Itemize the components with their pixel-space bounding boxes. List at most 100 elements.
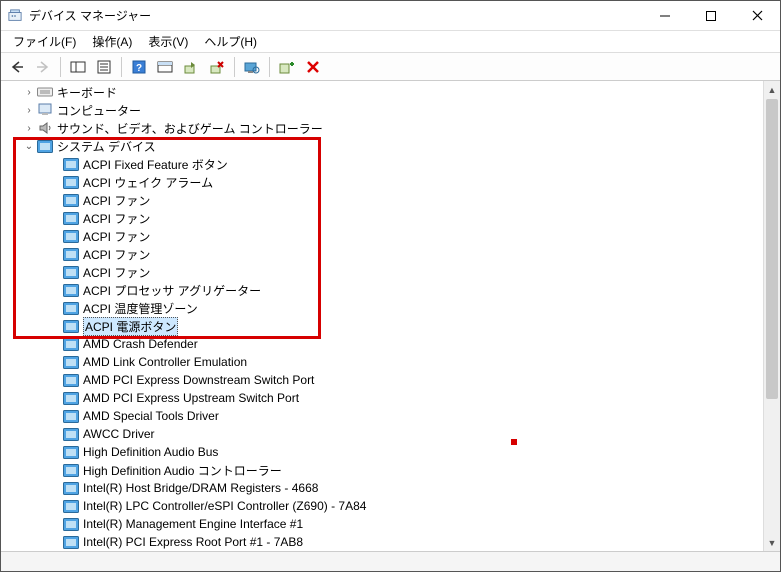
device-row-selected[interactable]: ACPI 電源ボタン [1, 317, 763, 335]
device-row[interactable]: Intel(R) Host Bridge/DRAM Registers - 46… [1, 479, 763, 497]
device-label: ACPI ファン [83, 210, 150, 227]
menu-view[interactable]: 表示(V) [140, 31, 196, 52]
device-label: AMD Special Tools Driver [83, 409, 219, 423]
device-row[interactable]: High Definition Audio Bus [1, 443, 763, 461]
system-device-icon [63, 318, 79, 334]
device-label: High Definition Audio Bus [83, 445, 218, 459]
menu-action[interactable]: 操作(A) [84, 31, 140, 52]
expand-icon[interactable]: › [23, 104, 35, 116]
system-device-icon [63, 498, 79, 514]
system-device-icon [63, 264, 79, 280]
system-device-icon [63, 300, 79, 316]
computer-icon [37, 102, 53, 118]
system-device-icon [63, 174, 79, 190]
scrollbar-thumb[interactable] [766, 99, 778, 399]
device-label: Intel(R) LPC Controller/eSPI Controller … [83, 499, 366, 513]
device-row[interactable]: ACPI プロセッサ アグリゲーター [1, 281, 763, 299]
menu-file[interactable]: ファイル(F) [5, 31, 84, 52]
collapse-icon[interactable]: ⌄ [23, 140, 35, 152]
device-row[interactable]: ACPI Fixed Feature ボタン [1, 155, 763, 173]
category-keyboard[interactable]: › キーボード [1, 83, 763, 101]
device-label: Intel(R) PCI Express Root Port #1 - 7AB8 [83, 535, 303, 549]
system-device-icon [63, 192, 79, 208]
back-button[interactable] [5, 55, 29, 79]
app-icon [7, 8, 23, 24]
category-computer[interactable]: › コンピューター [1, 101, 763, 119]
category-label: キーボード [57, 84, 117, 101]
device-row[interactable]: ACPI ファン [1, 209, 763, 227]
category-label: システム デバイス [57, 138, 156, 155]
device-row[interactable]: ACPI ウェイク アラーム [1, 173, 763, 191]
update-driver-button[interactable] [179, 55, 203, 79]
remove-button[interactable] [301, 55, 325, 79]
help-button[interactable]: ? [127, 55, 151, 79]
maximize-button[interactable] [688, 1, 734, 30]
system-device-icon [63, 462, 79, 478]
system-device-icon [63, 210, 79, 226]
device-row[interactable]: ACPI ファン [1, 227, 763, 245]
device-row[interactable]: AMD PCI Express Downstream Switch Port [1, 371, 763, 389]
device-row[interactable]: AMD PCI Express Upstream Switch Port [1, 389, 763, 407]
device-label: ACPI プロセッサ アグリゲーター [83, 282, 261, 299]
show-hide-tree-button[interactable] [66, 55, 90, 79]
properties-button[interactable] [92, 55, 116, 79]
device-row[interactable]: High Definition Audio コントローラー [1, 461, 763, 479]
device-label: ACPI ウェイク アラーム [83, 174, 213, 191]
expand-icon[interactable]: › [23, 86, 35, 98]
titlebar: デバイス マネージャー [1, 1, 780, 31]
category-system[interactable]: ⌄ システム デバイス [1, 137, 763, 155]
device-label: High Definition Audio コントローラー [83, 462, 282, 479]
device-label: ACPI ファン [83, 228, 150, 245]
vertical-scrollbar[interactable]: ▲ ▼ [763, 81, 780, 551]
device-row[interactable]: Intel(R) Management Engine Interface #1 [1, 515, 763, 533]
device-row[interactable]: Intel(R) LPC Controller/eSPI Controller … [1, 497, 763, 515]
device-label: AWCC Driver [83, 427, 155, 441]
device-row[interactable]: ACPI 温度管理ゾーン [1, 299, 763, 317]
device-label: ACPI ファン [83, 246, 150, 263]
system-device-icon [37, 138, 53, 154]
tree-area: › キーボード › コンピューター › サウンド、ビデオ、およびゲーム コントロ… [1, 81, 780, 551]
statusbar [1, 551, 780, 571]
system-device-icon [63, 408, 79, 424]
device-label: ACPI 温度管理ゾーン [83, 300, 198, 317]
forward-button[interactable] [31, 55, 55, 79]
device-label: Intel(R) Host Bridge/DRAM Registers - 46… [83, 481, 318, 495]
menubar: ファイル(F) 操作(A) 表示(V) ヘルプ(H) [1, 31, 780, 53]
device-label: AMD PCI Express Downstream Switch Port [83, 373, 314, 387]
device-label: ACPI ファン [83, 192, 150, 209]
system-device-icon [63, 246, 79, 262]
device-label: AMD Crash Defender [83, 337, 198, 351]
system-device-icon [63, 282, 79, 298]
scroll-up-icon[interactable]: ▲ [764, 81, 780, 98]
system-device-icon [63, 354, 79, 370]
svg-text:?: ? [136, 63, 142, 74]
system-device-icon [63, 390, 79, 406]
scan-hardware-button[interactable] [240, 55, 264, 79]
expand-icon[interactable]: › [23, 122, 35, 134]
system-device-icon [63, 336, 79, 352]
device-tree[interactable]: › キーボード › コンピューター › サウンド、ビデオ、およびゲーム コントロ… [1, 81, 763, 551]
device-row[interactable]: Intel(R) PCI Express Root Port #1 - 7AB8 [1, 533, 763, 551]
annotation-dot [511, 439, 517, 445]
device-row[interactable]: AMD Link Controller Emulation [1, 353, 763, 371]
device-row[interactable]: ACPI ファン [1, 245, 763, 263]
category-label: サウンド、ビデオ、およびゲーム コントローラー [57, 120, 323, 137]
system-device-icon [63, 426, 79, 442]
close-button[interactable] [734, 1, 780, 30]
device-row[interactable]: ACPI ファン [1, 263, 763, 281]
device-row[interactable]: AMD Special Tools Driver [1, 407, 763, 425]
device-row[interactable]: AWCC Driver [1, 425, 763, 443]
minimize-button[interactable] [642, 1, 688, 30]
add-legacy-button[interactable] [275, 55, 299, 79]
scroll-down-icon[interactable]: ▼ [764, 534, 780, 551]
system-device-icon [63, 444, 79, 460]
menu-help[interactable]: ヘルプ(H) [196, 31, 265, 52]
device-row[interactable]: AMD Crash Defender [1, 335, 763, 353]
category-sound[interactable]: › サウンド、ビデオ、およびゲーム コントローラー [1, 119, 763, 137]
speaker-icon [37, 120, 53, 136]
device-label: ACPI 電源ボタン [83, 317, 178, 336]
device-label: ACPI Fixed Feature ボタン [83, 156, 228, 173]
uninstall-button[interactable] [205, 55, 229, 79]
view-button[interactable] [153, 55, 177, 79]
device-row[interactable]: ACPI ファン [1, 191, 763, 209]
